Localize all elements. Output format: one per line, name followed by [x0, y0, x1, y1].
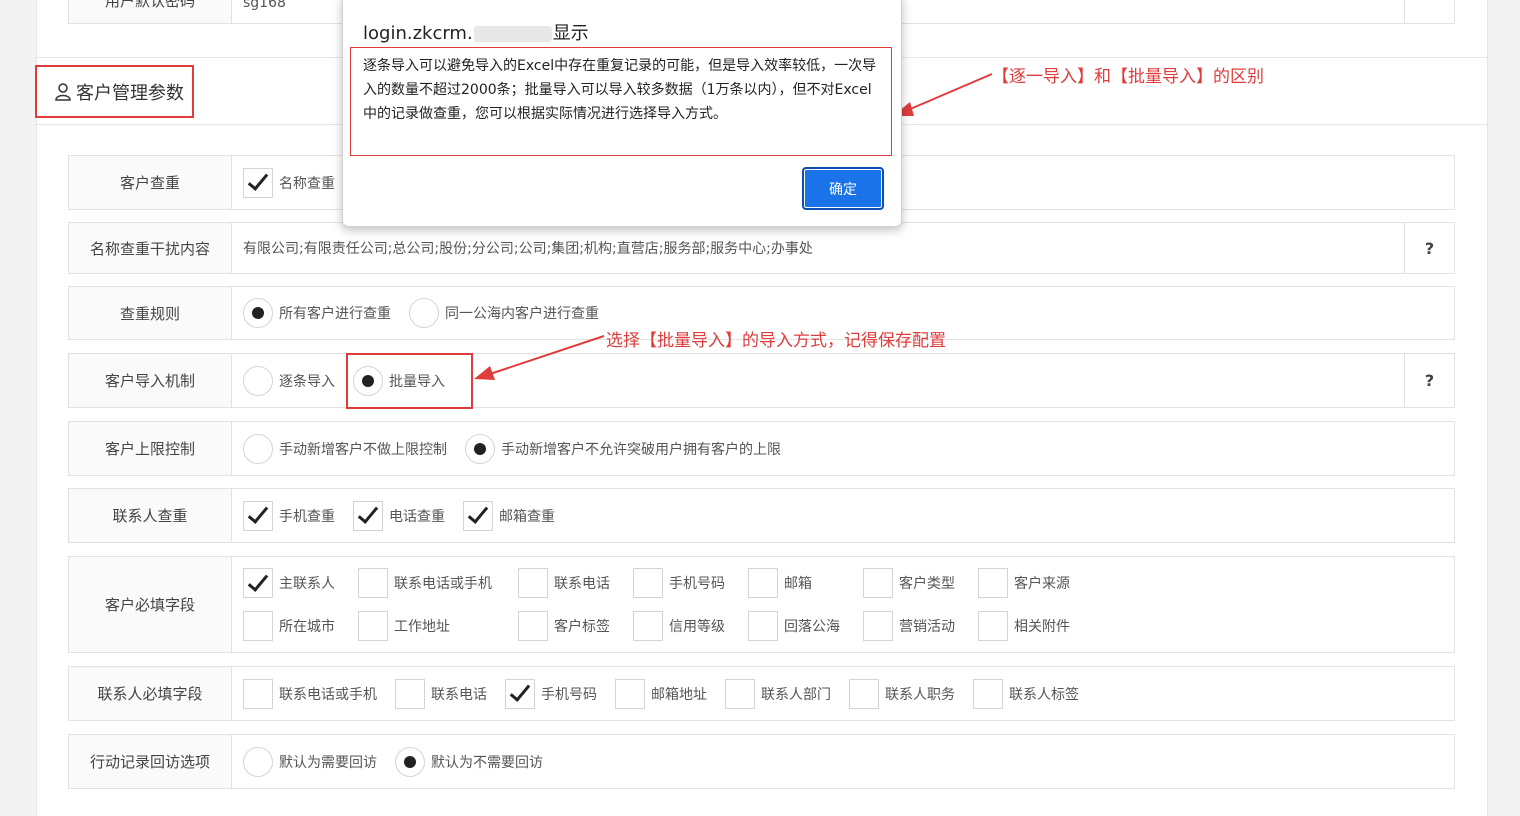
- alert-dialog: login.zkcrm. 显示 逐条导入可以避免导入的Excel中存在重复记录的可…: [342, 0, 902, 227]
- redacted-text: [473, 26, 552, 42]
- dialog-title: login.zkcrm. 显示: [363, 23, 589, 44]
- dialog-message: 逐条导入可以避免导入的Excel中存在重复记录的可能，但是导入效率较低，一次导入…: [350, 47, 892, 156]
- ok-button[interactable]: 确定: [802, 167, 884, 210]
